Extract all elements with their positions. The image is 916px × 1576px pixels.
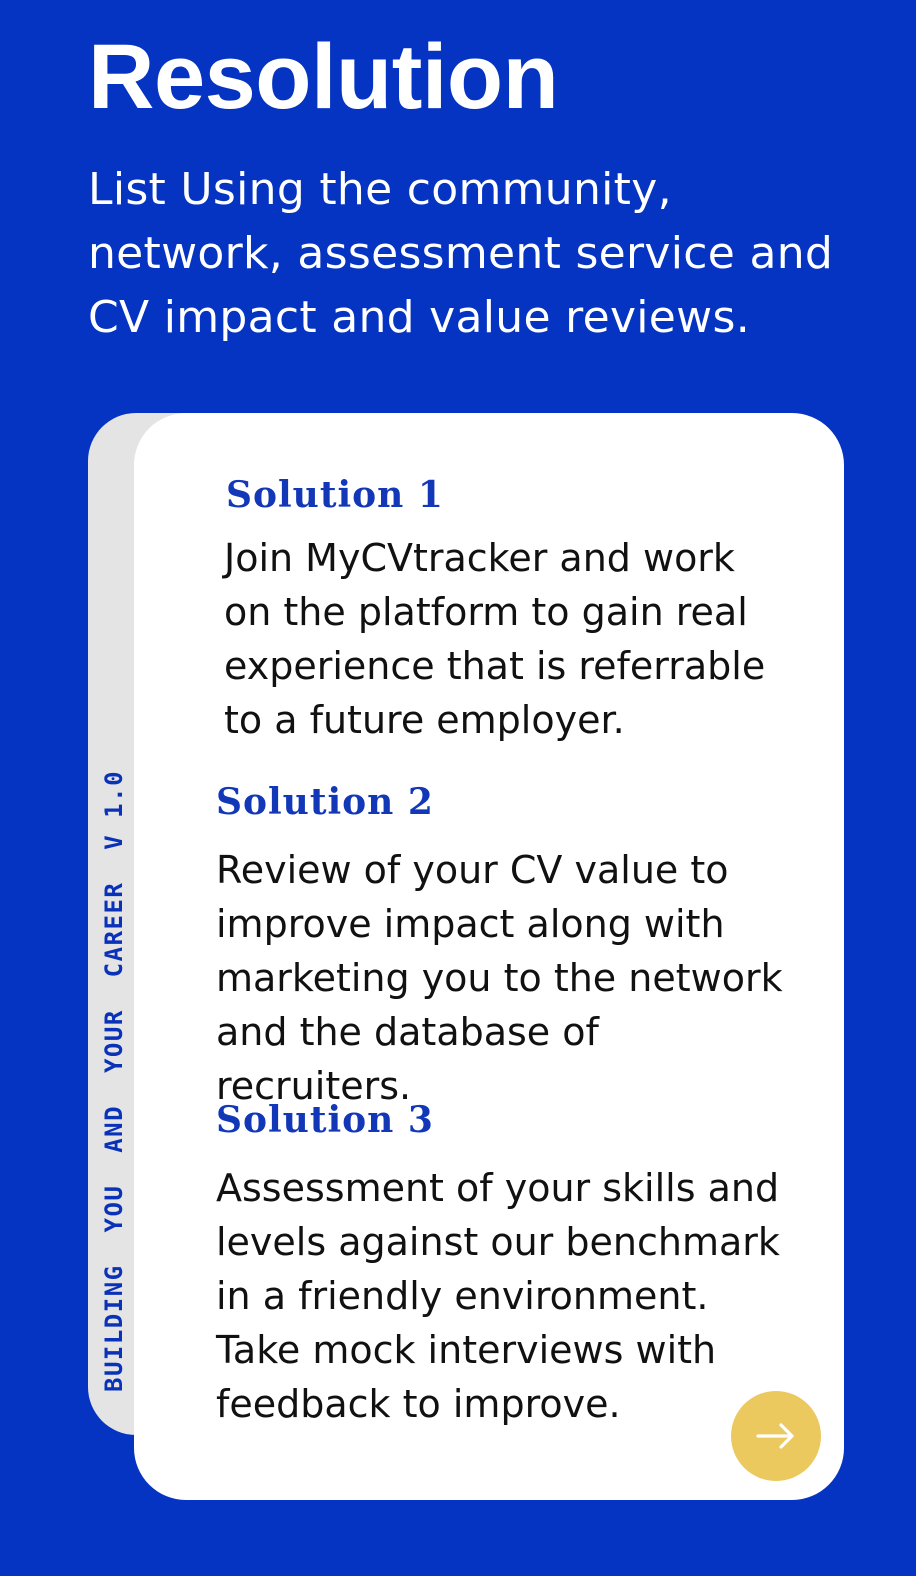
- solution-1-text: Join MyCVtracker and work on the platfor…: [224, 536, 766, 742]
- page-title: Resolution: [88, 26, 559, 128]
- side-label: BUILDING YOU AND YOUR CAREER V 1.0: [100, 769, 128, 1392]
- solution-1-title: Solution 1: [226, 474, 444, 516]
- solution-3-title: Solution 3: [216, 1099, 434, 1141]
- page-subtitle: List Using the community, network, asses…: [88, 164, 834, 343]
- solution-2-text: Review of your CV value to improve impac…: [216, 848, 783, 1108]
- solution-3-text: Assessment of your skills and levels aga…: [216, 1166, 780, 1426]
- arrow-right-icon: [756, 1423, 794, 1449]
- solutions-card: Solution 1 Join MyCVtracker and work on …: [134, 413, 844, 1500]
- solution-2-title: Solution 2: [216, 781, 434, 823]
- next-button[interactable]: [731, 1391, 821, 1481]
